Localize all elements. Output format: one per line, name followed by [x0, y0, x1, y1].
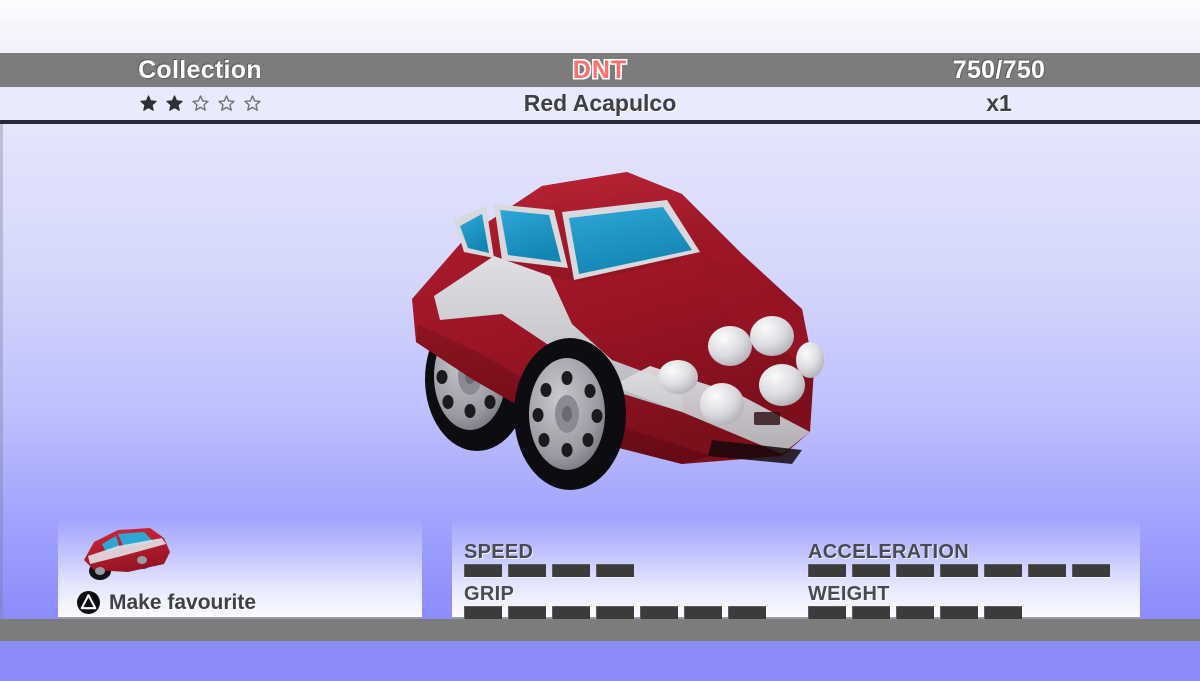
favourite-panel[interactable]: Make favourite	[58, 516, 422, 619]
stat-weight: WEIGHT	[808, 584, 1022, 619]
stat-bar-segment	[464, 606, 502, 619]
collection-counter: 750/750	[952, 55, 1046, 84]
stats-panel: SPEED ACCELERATION GRIP WEIGHT	[452, 516, 1140, 619]
car-3d-model[interactable]	[382, 164, 842, 494]
stage-left-edge	[0, 124, 3, 619]
stat-grip-label: GRIP	[464, 583, 515, 605]
stat-bar-segment	[1028, 564, 1066, 577]
stat-weight-label: WEIGHT	[808, 583, 890, 605]
stat-bar-segment	[640, 606, 678, 619]
stat-weight-bars	[808, 606, 1022, 619]
bottom-blue-area	[0, 641, 1200, 681]
stat-bar-segment	[596, 606, 634, 619]
stat-bar-segment	[984, 606, 1022, 619]
stat-bar-segment	[808, 606, 846, 619]
stat-bar-segment	[464, 564, 502, 577]
stat-bar-segment	[940, 606, 978, 619]
stat-bar-segment	[940, 564, 978, 577]
subheader-bar: Red Acapulco x1	[0, 87, 1200, 120]
rating-stars	[0, 87, 400, 120]
stat-bar-segment	[552, 564, 590, 577]
make-favourite-label: Make favourite	[109, 590, 257, 614]
stat-grip: GRIP	[464, 584, 766, 619]
car-name: Red Acapulco	[523, 90, 677, 116]
top-light-band	[0, 0, 1200, 53]
make-favourite-action[interactable]: Make favourite	[76, 590, 256, 615]
star-empty-icon	[191, 95, 209, 111]
stat-bar-segment	[1072, 564, 1110, 577]
stat-bar-segment	[552, 606, 590, 619]
front-wheel	[514, 338, 626, 490]
header-bar: Collection DNT 750/750	[0, 53, 1200, 87]
mode-title-text: DNT	[572, 55, 628, 84]
stat-bar-segment	[896, 564, 934, 577]
star-empty-icon	[217, 95, 235, 111]
star-filled-icon	[139, 95, 157, 111]
mode-title: DNT	[400, 53, 800, 87]
stat-bar-segment	[808, 564, 846, 577]
stat-speed-bars	[464, 564, 634, 577]
stat-bar-segment	[596, 564, 634, 577]
star-filled-icon	[165, 95, 183, 111]
stat-speed: SPEED	[464, 542, 634, 577]
car-thumbnail-icon	[78, 524, 176, 586]
star-empty-icon	[243, 95, 261, 111]
front-grille	[754, 412, 780, 425]
stat-bar-segment	[508, 564, 546, 577]
stat-acceleration: ACCELERATION	[808, 542, 1110, 577]
stat-grip-bars	[464, 606, 766, 619]
stat-bar-segment	[852, 564, 890, 577]
game-screen: Collection DNT 750/750 Red Acapulco x1 M…	[0, 0, 1200, 681]
car-quantity: x1	[986, 90, 1012, 116]
stat-bar-segment	[684, 606, 722, 619]
triangle-button-icon[interactable]	[76, 590, 101, 615]
stat-bar-segment	[508, 606, 546, 619]
stat-acceleration-label: ACCELERATION	[808, 541, 970, 563]
stat-speed-label: SPEED	[464, 541, 534, 563]
bottom-gray-bar	[0, 619, 1200, 641]
stat-bar-segment	[852, 606, 890, 619]
stat-acceleration-bars	[808, 564, 1110, 577]
collection-title: Collection	[138, 55, 262, 84]
stat-bar-segment	[896, 606, 934, 619]
stat-bar-segment	[728, 606, 766, 619]
stat-bar-segment	[984, 564, 1022, 577]
